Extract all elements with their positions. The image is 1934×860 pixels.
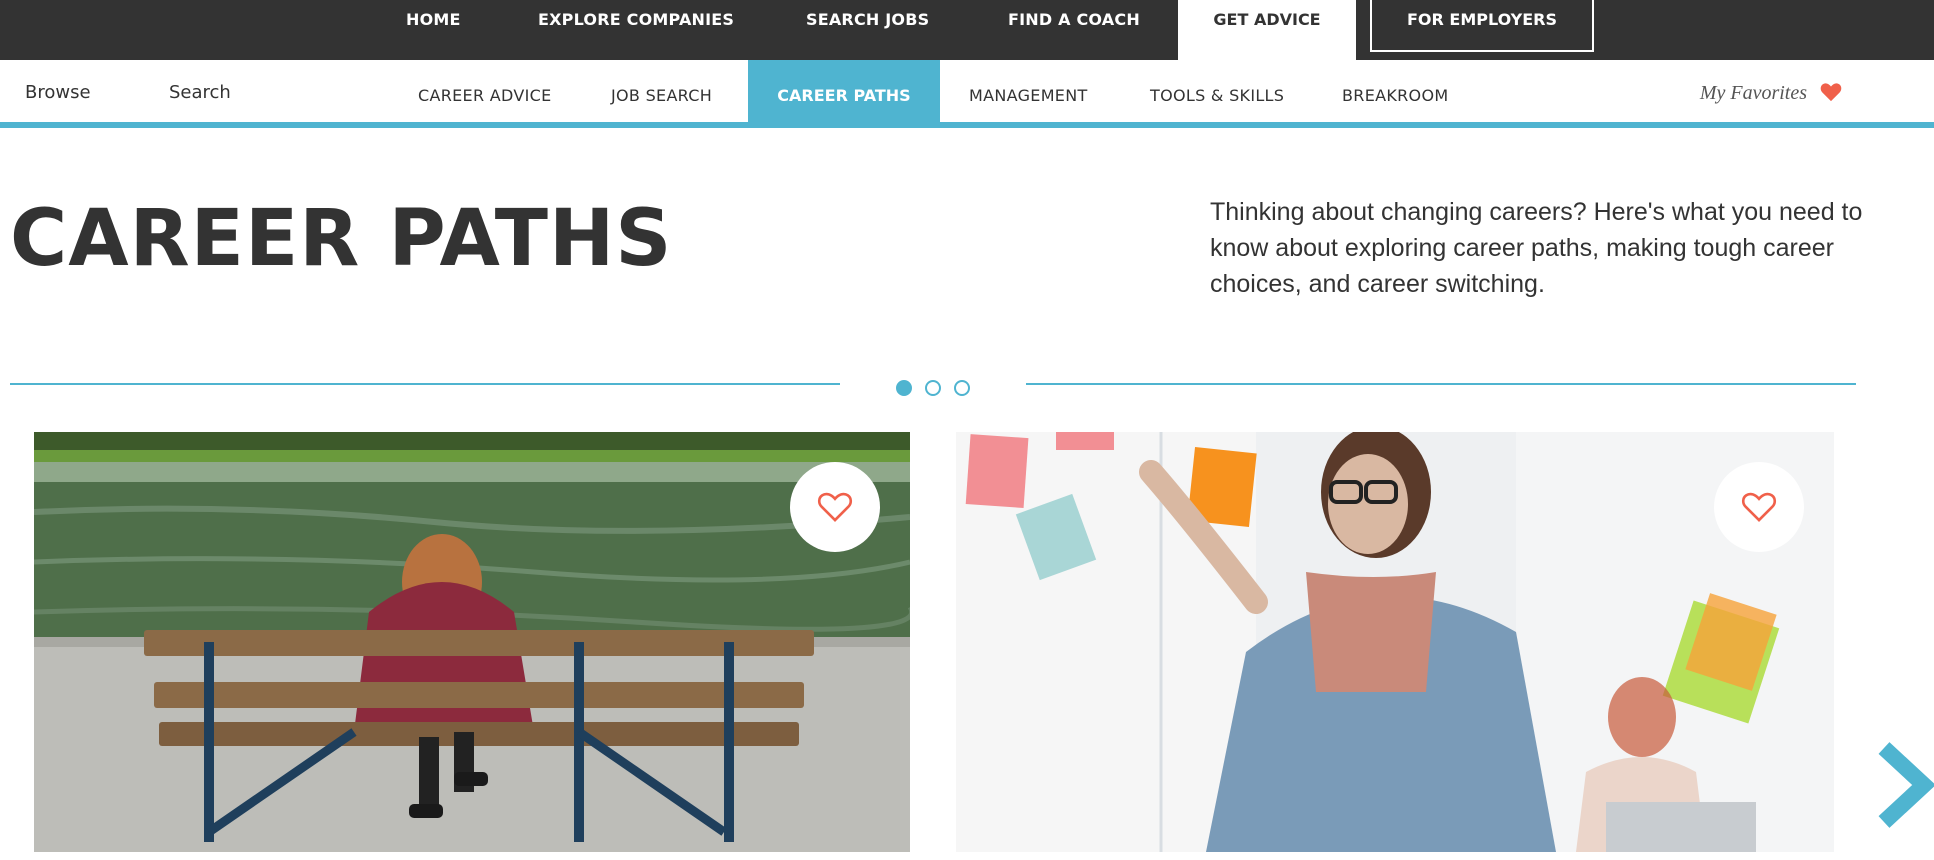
article-card-2[interactable] [956, 432, 1834, 852]
subnav-job-search[interactable]: JOB SEARCH [611, 86, 712, 105]
top-navigation-bar: HOME EXPLORE COMPANIES SEARCH JOBS FIND … [0, 0, 1934, 60]
woman-with-sticky-notes-image [956, 432, 1834, 852]
for-employers-button[interactable]: FOR EMPLOYERS [1370, 0, 1594, 52]
search-link[interactable]: Search [169, 82, 231, 103]
subnav-management[interactable]: MANAGEMENT [969, 86, 1088, 105]
favorite-button-2[interactable] [1714, 462, 1804, 552]
page-title: CAREER PATHS [10, 194, 673, 284]
nav-find-a-coach[interactable]: FIND A COACH [1008, 0, 1140, 40]
subnav-tools-skills[interactable]: TOOLS & SKILLS [1150, 86, 1284, 105]
page-intro-text: Thinking about changing careers? Here's … [1210, 198, 1863, 298]
woman-on-park-bench-image [34, 432, 910, 852]
subnav-career-paths[interactable]: CAREER PATHS [748, 86, 940, 105]
carousel-dot-2[interactable] [925, 380, 941, 396]
sub-navigation-bar: Browse Search CAREER ADVICE JOB SEARCH C… [0, 60, 1934, 128]
favorite-button-1[interactable] [790, 462, 880, 552]
heart-outline-icon [1741, 492, 1777, 522]
subnav-breakroom[interactable]: BREAKROOM [1342, 86, 1448, 105]
carousel-next-chevron-icon[interactable] [1876, 742, 1934, 828]
carousel-dot-3[interactable] [954, 380, 970, 396]
browse-link[interactable]: Browse [25, 82, 91, 103]
divider-left [10, 383, 840, 385]
my-favorites-link[interactable]: My Favorites [1700, 82, 1842, 105]
nav-search-jobs[interactable]: SEARCH JOBS [806, 0, 929, 40]
my-favorites-label: My Favorites [1699, 82, 1807, 104]
nav-get-advice[interactable]: GET ADVICE [1178, 0, 1356, 40]
heart-outline-icon [817, 492, 853, 522]
article-card-1[interactable] [34, 432, 910, 852]
heart-filled-icon [1820, 83, 1842, 102]
carousel-dot-1[interactable] [896, 380, 912, 396]
subnav-career-advice[interactable]: CAREER ADVICE [418, 86, 552, 105]
nav-explore-companies[interactable]: EXPLORE COMPANIES [538, 0, 734, 40]
divider-right [1026, 383, 1856, 385]
nav-home[interactable]: HOME [406, 0, 461, 40]
